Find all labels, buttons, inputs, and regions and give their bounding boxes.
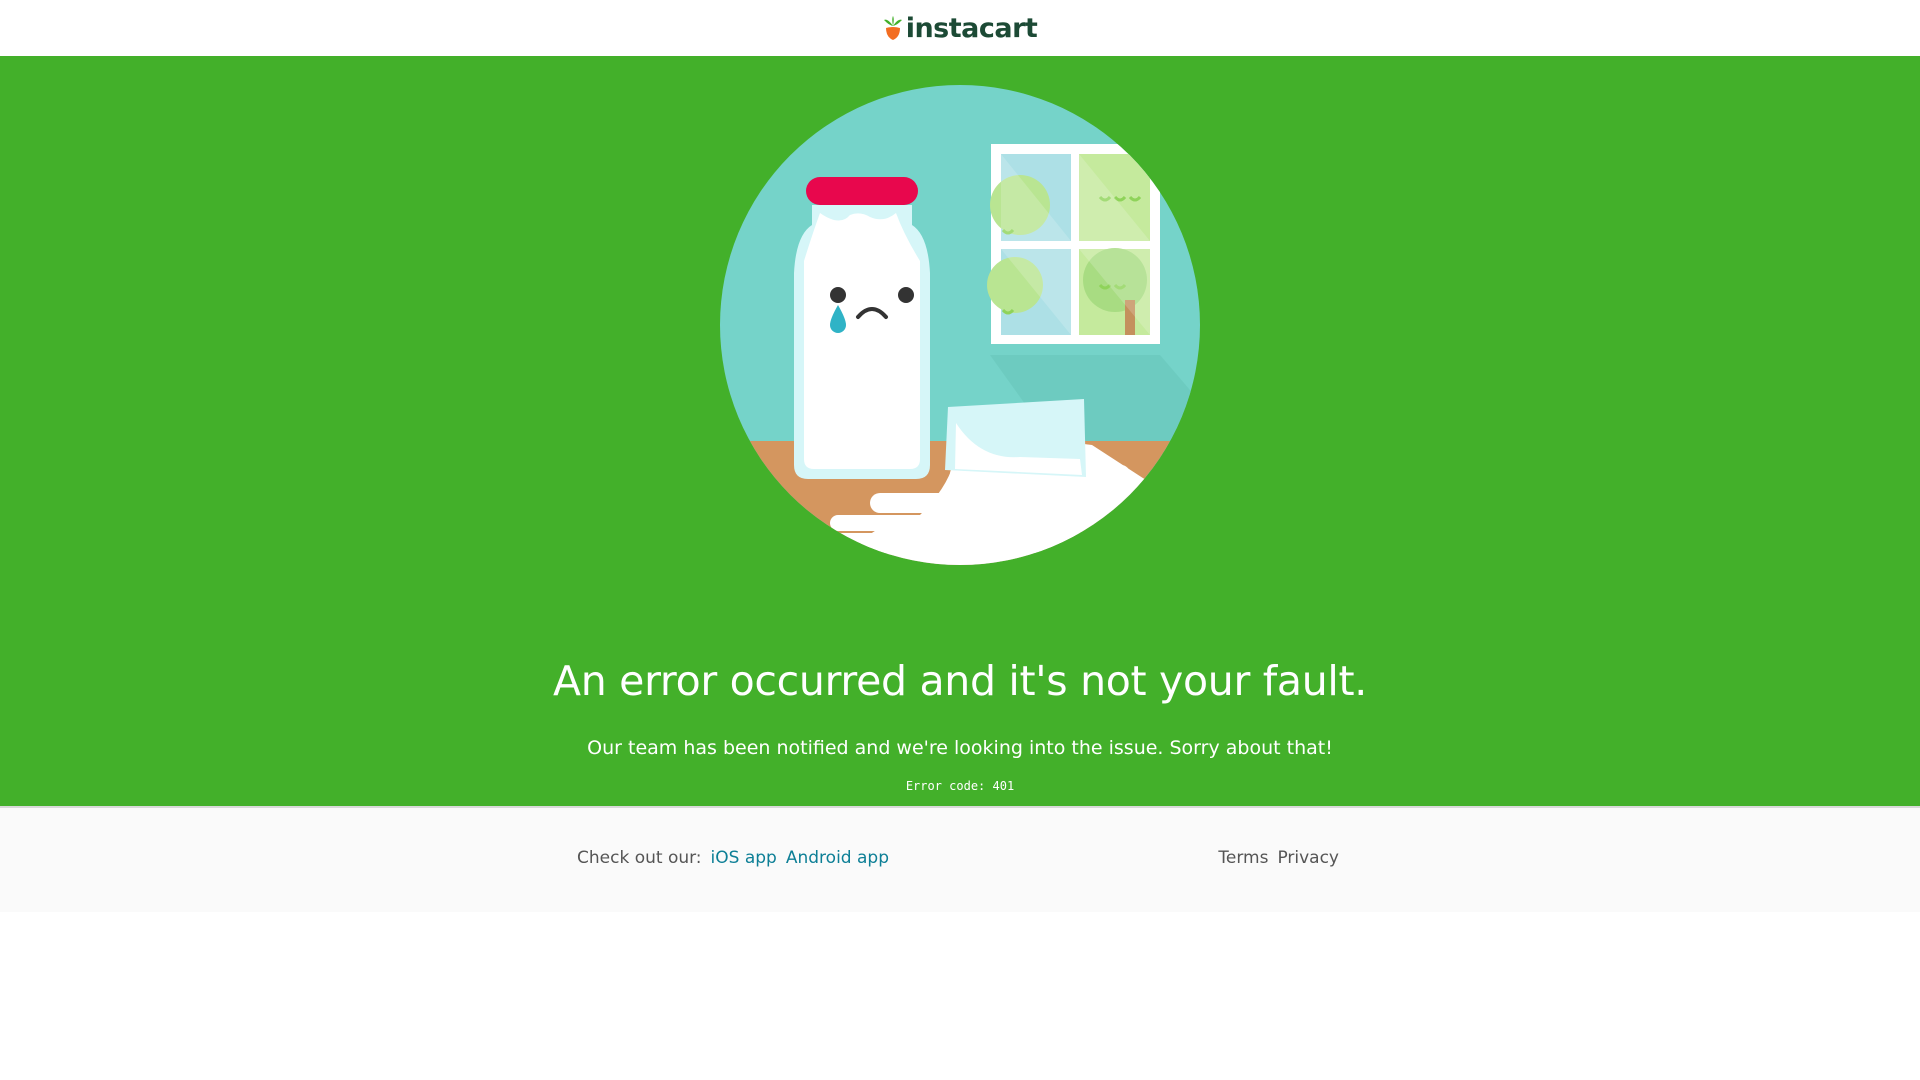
privacy-link[interactable]: Privacy bbox=[1277, 848, 1339, 868]
error-description: Our team has been notified and we're loo… bbox=[587, 737, 1333, 759]
check-out-label: Check out our: bbox=[577, 848, 702, 868]
top-header: instacart bbox=[0, 0, 1920, 56]
carrot-icon bbox=[883, 16, 902, 40]
milk-bottle bbox=[794, 177, 930, 479]
tipped-glass bbox=[945, 399, 1086, 477]
page-footer: Check out our: iOS app Android app Terms… bbox=[0, 808, 1920, 912]
error-hero: An error occurred and it's not your faul… bbox=[0, 56, 1920, 808]
brand-name: instacart bbox=[905, 12, 1038, 44]
instacart-logo[interactable]: instacart bbox=[883, 13, 1038, 44]
terms-link[interactable]: Terms bbox=[1218, 848, 1268, 868]
sad-milk-illustration bbox=[720, 85, 1200, 565]
error-code: Error code: 401 bbox=[905, 779, 1015, 793]
legal-links: Terms Privacy bbox=[1218, 848, 1339, 868]
app-links: Check out our: iOS app Android app bbox=[577, 848, 889, 868]
error-headline: An error occurred and it's not your faul… bbox=[552, 657, 1368, 705]
window-graphic bbox=[987, 144, 1160, 344]
ios-app-link[interactable]: iOS app bbox=[711, 848, 777, 868]
android-app-link[interactable]: Android app bbox=[786, 848, 889, 868]
